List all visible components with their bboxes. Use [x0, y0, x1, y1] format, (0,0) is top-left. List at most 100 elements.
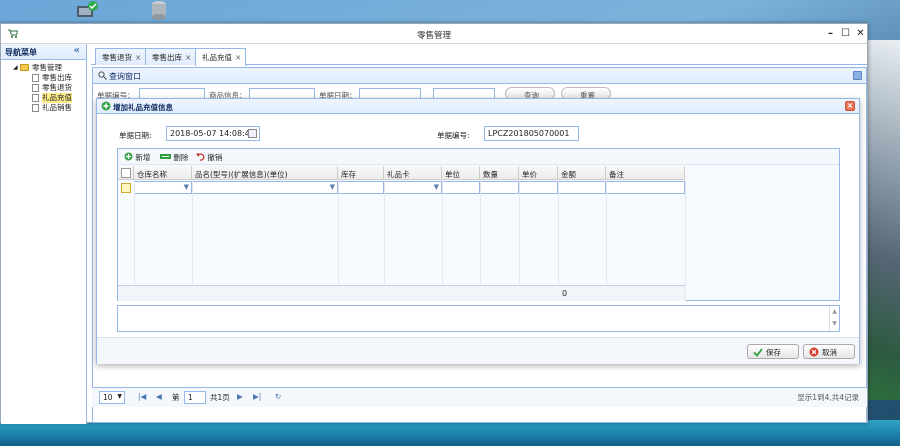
tab-close-icon[interactable]: × [185, 53, 191, 62]
page-total: 共1页 [210, 393, 230, 402]
tab-bar: 零售退货 × 零售出库 × 礼品充值 × [91, 46, 867, 66]
add-gift-recharge-dialog: 增加礼品充值信息 × 单据日期: 2018-05-07 14:08:43 单据编… [96, 98, 860, 364]
tab-gift-recharge[interactable]: 礼品充值 × [195, 48, 247, 66]
col-amount: 金额 [558, 166, 606, 180]
grid-line [519, 180, 520, 301]
number-label: 单据编号: [437, 131, 470, 140]
add-row-button[interactable]: 新增 [124, 152, 150, 163]
sidebar: 导航菜单 « ◢ 零售管理 零售出库 零售退货 礼品充值 礼品销售 [1, 44, 87, 424]
delete-row-label: 删除 [173, 153, 189, 162]
tab-close-icon[interactable]: × [235, 53, 241, 62]
search-icon [98, 71, 107, 82]
tab-retail-return[interactable]: 零售退货 × [95, 48, 147, 65]
doc-date-input[interactable]: 2018-05-07 14:08:43 [166, 126, 260, 141]
grid-footer: 0 [118, 285, 685, 301]
undo-label: 撤销 [207, 153, 223, 162]
undo-icon [196, 153, 205, 161]
tree-root[interactable]: ◢ 零售管理 [1, 63, 86, 73]
remark-textarea[interactable]: ▲ ▼ [117, 305, 840, 332]
desktop-database-icon[interactable] [150, 0, 168, 20]
date-label: 单据日期: [119, 131, 152, 140]
col-quantity: 数量 [480, 166, 519, 180]
sidebar-header: 导航菜单 « [1, 44, 86, 60]
tab-label: 礼品充值 [202, 53, 232, 62]
sidebar-item-label: 零售出库 [42, 73, 72, 82]
sidebar-item-gift-recharge[interactable]: 礼品充值 [1, 93, 86, 103]
grid-line [480, 180, 481, 301]
doc-number-field[interactable]: LPCZ201805070001 [484, 126, 579, 141]
grid-toolbar: 新增 删除 撤销 [118, 149, 839, 165]
grid-line [134, 180, 135, 301]
grid-line [606, 180, 607, 301]
grid-line [338, 180, 339, 301]
first-page-icon[interactable]: |◀ [138, 392, 146, 401]
title-bar: 零售管理 – ☐ ✕ [1, 24, 867, 44]
delete-row-button[interactable]: 删除 [160, 152, 188, 163]
desktop-water-scenery [0, 420, 900, 446]
grid-line [685, 180, 686, 301]
warehouse-select[interactable]: ▼ [134, 181, 192, 194]
chevron-down-icon: ▼ [183, 183, 189, 191]
product-select[interactable]: ▼ [192, 181, 338, 194]
remark-cell[interactable] [606, 181, 685, 194]
pager: 10 ▼ |◀ ◀ 第 1 共1页 ▶ ▶| ↻ 显示1到4,共4记录 [92, 387, 867, 407]
folder-icon [20, 64, 29, 71]
tree-root-label: 零售管理 [32, 63, 62, 72]
collapse-sidebar-icon[interactable]: « [74, 45, 80, 56]
dialog-title: 增加礼品充值信息 [113, 103, 173, 112]
cancel-button[interactable]: 取消 [803, 344, 855, 359]
dialog-close-button[interactable]: × [845, 101, 855, 111]
query-panel-title: 查询窗口 [109, 72, 141, 81]
select-all-checkbox[interactable] [121, 168, 131, 178]
refresh-icon[interactable]: ↻ [275, 392, 281, 401]
page-number-input[interactable]: 1 [184, 391, 206, 404]
save-button-label: 保存 [766, 348, 781, 357]
sidebar-item-label: 礼品销售 [42, 103, 72, 112]
col-unit: 单位 [442, 166, 480, 180]
dialog-header: 增加礼品充值信息 × [97, 99, 859, 114]
tab-close-icon[interactable]: × [135, 53, 141, 62]
page-size-select[interactable]: 10 ▼ [99, 391, 125, 404]
doc-date-value: 2018-05-07 14:08:43 [170, 129, 255, 138]
panel-collapse-icon[interactable] [853, 71, 862, 80]
sidebar-title: 导航菜单 [5, 48, 37, 57]
calendar-icon[interactable] [248, 129, 257, 138]
close-window-button[interactable]: ✕ [854, 27, 867, 40]
row-checkbox[interactable] [121, 183, 131, 193]
sidebar-item-retail-return[interactable]: 零售退货 [1, 83, 86, 93]
page-size-value: 10 [103, 393, 113, 402]
prev-page-icon[interactable]: ◀ [156, 392, 162, 401]
textarea-scrollbar[interactable]: ▲ ▼ [829, 306, 839, 331]
unit-cell[interactable] [442, 181, 480, 194]
last-page-icon[interactable]: ▶| [253, 392, 261, 401]
tab-retail-out[interactable]: 零售出库 × [145, 48, 197, 65]
dialog-footer: 保存 取消 [97, 337, 859, 364]
delete-icon [160, 154, 171, 159]
unit-price-cell[interactable] [519, 181, 558, 194]
page-number-value: 1 [188, 393, 193, 402]
sidebar-item-retail-out[interactable]: 零售出库 [1, 73, 86, 83]
chevron-down-icon: ▼ [117, 393, 122, 400]
next-page-icon[interactable]: ▶ [237, 392, 243, 401]
desktop-cart-icon[interactable] [74, 0, 100, 20]
save-button[interactable]: 保存 [747, 344, 799, 359]
table-row: ▼ ▼ ▼ [118, 180, 685, 196]
undo-button[interactable]: 撤销 [196, 152, 222, 163]
page-icon [32, 104, 39, 112]
stock-cell[interactable] [338, 181, 384, 194]
minimize-button[interactable]: – [824, 27, 837, 40]
page-prefix: 第 [172, 393, 180, 402]
detail-grid: 新增 删除 撤销 仓库名称 品名(型号)(扩展信息)(单位) 库存 礼品卡 单位 [117, 148, 840, 301]
tree-expand-icon[interactable]: ◢ [13, 63, 18, 73]
pager-summary: 显示1到4,共4记录 [797, 393, 859, 402]
gift-card-select[interactable]: ▼ [384, 181, 442, 194]
tab-label: 零售出库 [152, 53, 182, 62]
sidebar-item-label: 礼品充值 [42, 93, 72, 103]
maximize-button[interactable]: ☐ [839, 27, 852, 40]
sidebar-item-gift-sales[interactable]: 礼品销售 [1, 103, 86, 113]
doc-number-value: LPCZ201805070001 [488, 129, 570, 138]
amount-cell[interactable] [558, 181, 606, 194]
quantity-cell[interactable] [480, 181, 519, 194]
cancel-icon [809, 347, 819, 357]
grid-line [442, 180, 443, 301]
